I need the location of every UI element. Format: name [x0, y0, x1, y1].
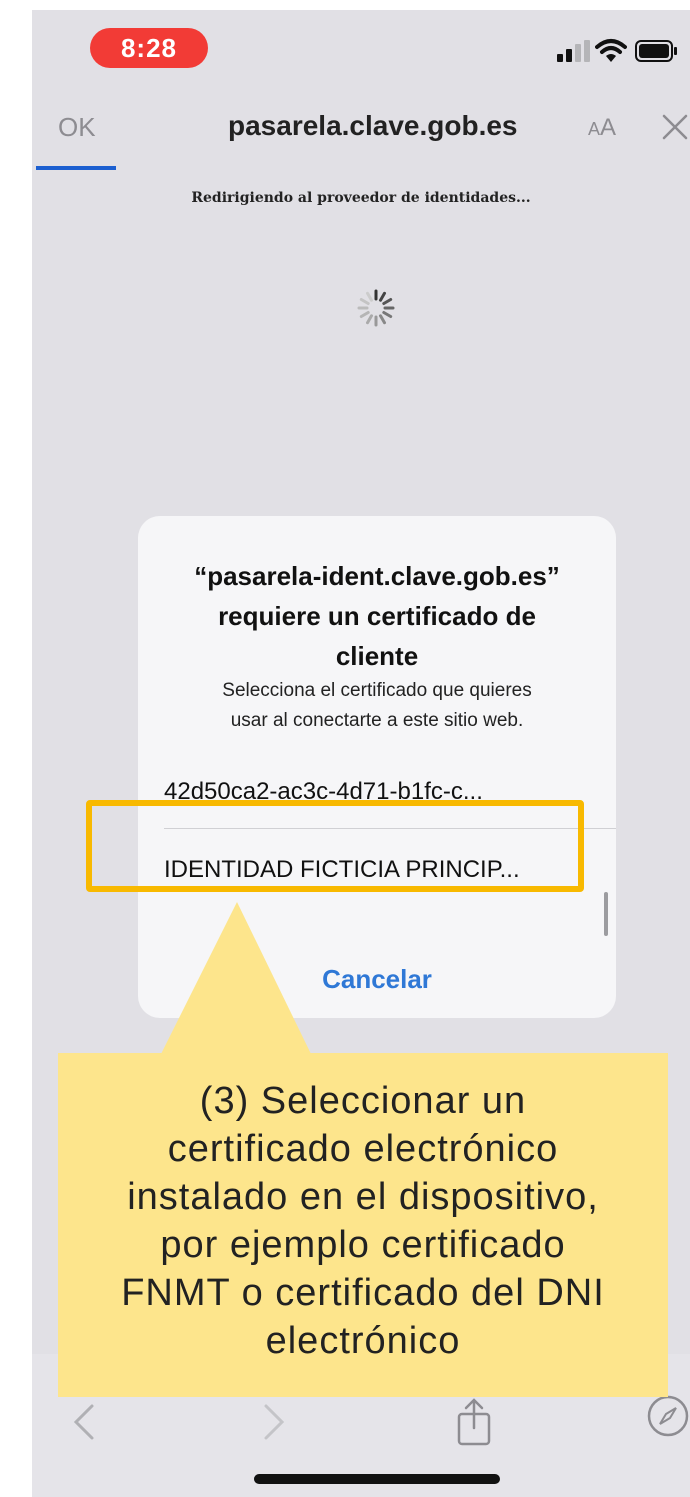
callout-line-3: instalado en el dispositivo,: [127, 1176, 599, 1218]
back-icon[interactable]: [68, 1402, 98, 1442]
certificate-dialog: “pasarela-ident.clave.gob.es” requiere u…: [138, 516, 616, 1018]
instruction-callout: (3) Seleccionar un certificado electróni…: [58, 1053, 668, 1397]
battery-icon: [635, 40, 677, 62]
spinner-icon: [357, 289, 395, 327]
dialog-title-line-2: requiere un certificado de: [218, 601, 536, 631]
text-size-button[interactable]: AA: [588, 114, 616, 142]
share-icon[interactable]: [456, 1398, 492, 1446]
redirect-message: Redirigiendo al proveedor de identidades…: [191, 190, 531, 206]
dialog-message-line-2: usar al conectarte a este sitio web.: [230, 710, 524, 731]
close-icon[interactable]: [660, 112, 690, 142]
dialog-message: Selecciona el certificado que quieres us…: [158, 676, 596, 736]
callout-text: (3) Seleccionar un certificado electróni…: [58, 1077, 668, 1365]
wifi-icon: [595, 39, 627, 62]
home-indicator[interactable]: [254, 1474, 500, 1484]
safari-icon[interactable]: [646, 1394, 690, 1438]
signal-icon: [557, 40, 590, 62]
load-progress-bar: [36, 166, 116, 170]
callout-line-2: certificado electrónico: [167, 1128, 559, 1170]
callout-line-6: electrónico: [265, 1320, 461, 1362]
dialog-title: “pasarela-ident.clave.gob.es” requiere u…: [158, 556, 596, 676]
status-time: 8:28: [90, 28, 208, 68]
dialog-title-line-3: cliente: [335, 641, 419, 671]
dialog-title-line-1: “pasarela-ident.clave.gob.es”: [194, 561, 560, 591]
cancel-button[interactable]: Cancelar: [138, 964, 616, 995]
callout-line-1: (3) Seleccionar un: [199, 1080, 527, 1122]
url-title: pasarela.clave.gob.es: [228, 110, 518, 141]
dialog-message-line-1: Selecciona el certificado que quieres: [222, 680, 532, 701]
callout-line-4: por ejemplo certificado: [160, 1224, 566, 1266]
callout-line-5: FNMT o certificado del DNI: [121, 1272, 605, 1314]
highlight-box: [86, 800, 584, 892]
status-bar: 8:28: [32, 10, 690, 92]
scroll-indicator[interactable]: [604, 892, 608, 936]
browser-nav-bar: OK pasarela.clave.gob.es AA: [32, 92, 690, 172]
ok-button[interactable]: OK: [58, 112, 96, 143]
text-size-label: A: [600, 114, 617, 141]
forward-icon[interactable]: [260, 1402, 290, 1442]
